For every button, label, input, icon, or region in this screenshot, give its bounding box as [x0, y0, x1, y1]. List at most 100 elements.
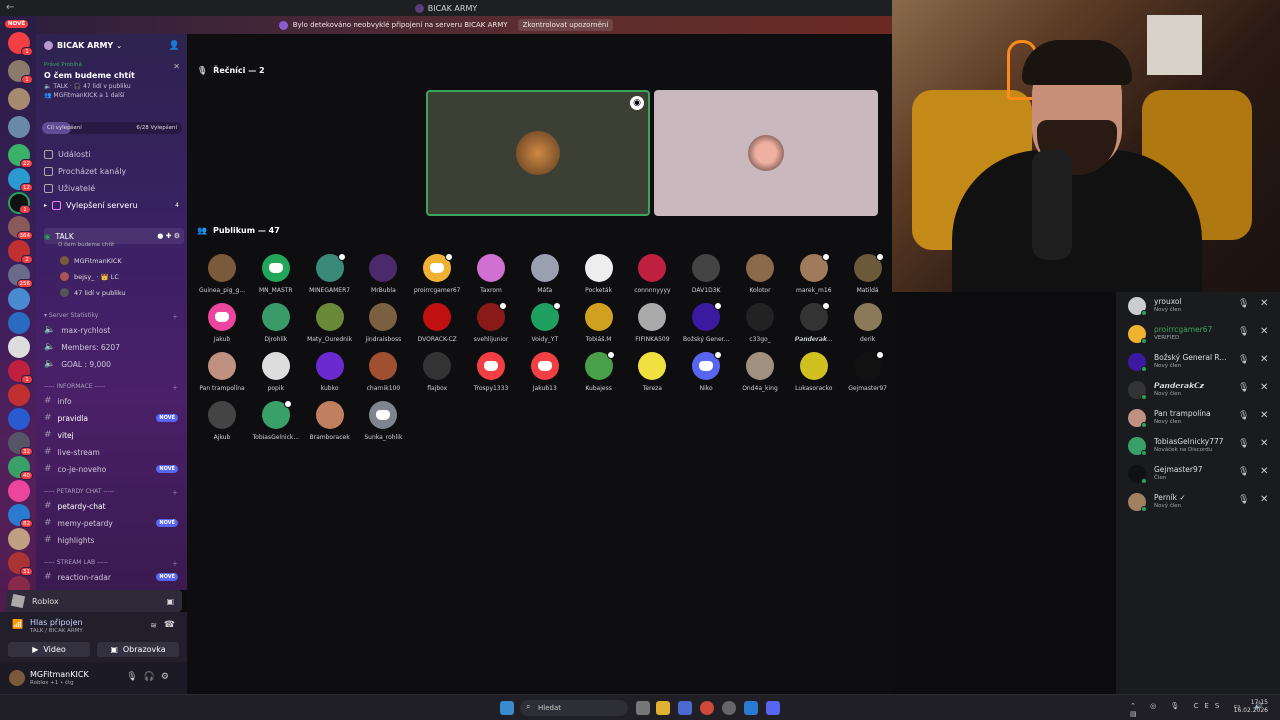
audience-member[interactable]: Djrohlik — [249, 303, 303, 347]
disconnect-icon[interactable]: ☎ — [164, 620, 175, 630]
channel-item[interactable]: # live-stream — [44, 445, 184, 459]
audience-member[interactable]: Tobiáš.M — [572, 303, 626, 347]
headphones-icon[interactable]: 🎧 — [144, 672, 161, 682]
audience-member[interactable]: marek_m16 — [787, 253, 841, 298]
user-name[interactable]: MGFitmanKICK — [30, 670, 89, 679]
audience-member[interactable]: Máťa — [518, 254, 572, 298]
file-explorer-icon[interactable] — [656, 701, 670, 715]
invite-to-speak-icon[interactable]: 🎙 — [1238, 327, 1249, 337]
audience-member[interactable]: connnnyyyy — [625, 254, 679, 298]
nav-browse[interactable]: Procházet kanály — [44, 167, 126, 176]
member-row[interactable]: 𝙋𝙖𝙣𝙙𝙚𝙧𝙖𝙠𝘾𝙯 Nový člen 🎙 ✕ — [1126, 378, 1276, 400]
server-icon-19[interactable] — [8, 480, 30, 502]
audience-member[interactable]: Pan trampolína — [195, 352, 249, 396]
server-icon-17[interactable]: 32 — [8, 432, 33, 456]
audience-count[interactable]: 47 lidí v publiku — [60, 288, 126, 297]
server-icon-2[interactable]: 1 — [8, 60, 33, 84]
voice-location[interactable]: TALK / BICAK ARMY — [30, 628, 83, 634]
server-icon-16[interactable] — [8, 408, 30, 430]
audience-member[interactable]: kubko — [303, 352, 357, 396]
server-icon-18[interactable]: 40 — [8, 456, 33, 480]
channel-item[interactable]: 🔈 GOAL : 9,000 — [44, 357, 184, 371]
invite-to-speak-icon[interactable]: 🎙 — [1238, 299, 1249, 309]
channel-item[interactable]: # info — [44, 394, 184, 408]
channel-item[interactable]: # co-je-noveho NOVÉ — [44, 462, 184, 476]
member-row[interactable]: Perník ✓ Nový člen 🎙 ✕ — [1126, 490, 1276, 512]
app-icon[interactable] — [744, 701, 758, 715]
audience-member[interactable]: MrBubla — [356, 254, 410, 298]
server-icon-10[interactable]: 256 — [8, 264, 33, 288]
server-icon-3[interactable] — [8, 88, 30, 110]
audience-member[interactable]: TobiasGelnick... — [249, 400, 303, 445]
add-channel-icon[interactable]: ＋ — [172, 312, 178, 321]
close-icon[interactable]: ✕ — [1260, 382, 1268, 393]
member-row[interactable]: Pan trampolína Nový člen 🎙 ✕ — [1126, 406, 1276, 428]
invite-to-speak-icon[interactable]: 🎙 — [1238, 383, 1249, 393]
audience-member[interactable]: c33go_ — [733, 303, 787, 347]
taskbar-search[interactable]: ⌕ Hledat — [520, 700, 628, 716]
server-icon-8[interactable]: 364 — [8, 216, 33, 240]
close-icon[interactable]: ✕ — [173, 62, 180, 71]
server-icon-15[interactable] — [8, 384, 30, 406]
clock[interactable]: 17:15 16.02.2026 — [1234, 699, 1268, 715]
nav-members[interactable]: Uživatelé — [44, 184, 95, 193]
channel-item[interactable]: # memy-petardy NOVÉ — [44, 516, 184, 530]
audience-member[interactable]: popik — [249, 352, 303, 396]
back-arrow-icon[interactable]: ← — [6, 2, 14, 13]
channel-item[interactable]: 🔈 Members: 6207 — [44, 340, 184, 354]
mic-icon[interactable]: 🎙 — [126, 672, 143, 682]
screen-share-icon[interactable]: ▣ — [166, 597, 174, 606]
activity-roblox[interactable]: Roblox ▣ — [6, 590, 182, 612]
server-header[interactable]: BICAK ARMY ⌄ — [44, 41, 122, 50]
nav-boosts[interactable]: ▸ Vylepšení serveru 4 — [44, 201, 182, 210]
category-server-stats[interactable]: ▾ Server Statistiky ＋ — [44, 312, 184, 321]
channel-actions-icon[interactable]: ● ✚ ⚙ — [157, 232, 180, 240]
server-icon-22[interactable]: 31 — [8, 552, 33, 576]
task-view-icon[interactable] — [636, 701, 650, 715]
audience-member[interactable]: Matildá — [841, 253, 895, 298]
audience-member[interactable]: Niko — [679, 351, 733, 396]
audience-member[interactable]: Jakub — [195, 303, 249, 347]
audience-member[interactable]: derik — [841, 303, 895, 347]
server-icon-9[interactable]: 2 — [8, 240, 33, 264]
audience-member[interactable]: DAV1D3K — [679, 254, 733, 298]
noise-icon[interactable]: ≋ — [150, 621, 157, 630]
server-icon-12[interactable] — [8, 312, 30, 334]
audience-member[interactable]: Bramboracek — [303, 401, 357, 445]
close-icon[interactable]: ✕ — [1260, 298, 1268, 309]
audience-member[interactable]: Pocketák — [572, 254, 626, 298]
close-icon[interactable]: ✕ — [1260, 494, 1268, 505]
close-icon[interactable]: ✕ — [1260, 326, 1268, 337]
audience-member[interactable]: Lukasoracko — [787, 352, 841, 396]
member-row[interactable]: Božský General R... Nový člen 🎙 ✕ — [1126, 350, 1276, 372]
audience-member[interactable]: Tereza — [625, 352, 679, 396]
invite-to-speak-icon[interactable]: 🎙 — [1238, 439, 1249, 449]
audience-member[interactable]: Božský Gener... — [679, 302, 733, 347]
audience-member[interactable]: Guinea_pig_g... — [195, 254, 249, 298]
add-channel-icon[interactable]: ＋ — [172, 559, 178, 568]
member-row[interactable]: proirrcgamer67 VERIFIED 🎙 ✕ — [1126, 322, 1276, 344]
member-row[interactable]: Gejmaster97 Člen 🎙 ✕ — [1126, 462, 1276, 484]
screen-share-button[interactable]: ▣ Obrazovka — [97, 642, 179, 657]
speaker-tile[interactable]: ◉ — [426, 90, 650, 216]
audience-member[interactable]: Ajkub — [195, 401, 249, 445]
channel-item[interactable]: 🔈 max-rychlost — [44, 323, 184, 337]
audience-member[interactable]: Jakub13 — [518, 352, 572, 396]
video-button[interactable]: ▶ Video — [8, 642, 90, 657]
avatar[interactable] — [9, 670, 25, 686]
server-icon-11[interactable] — [8, 288, 30, 310]
voice-user[interactable]: bejsy_ · 👑 LC — [60, 272, 119, 281]
server-icon-13[interactable] — [8, 336, 30, 358]
channel-item[interactable]: # pravidla NOVÉ — [44, 411, 184, 425]
member-row[interactable]: TobiasGelnicky777 Nováček na Discordu 🎙 ✕ — [1126, 434, 1276, 456]
invite-to-speak-icon[interactable]: 🎙 — [1238, 355, 1249, 365]
app-icon[interactable] — [722, 701, 736, 715]
add-channel-icon[interactable]: ＋ — [172, 383, 178, 392]
audience-member[interactable]: svehlijunior — [464, 302, 518, 347]
invite-to-speak-icon[interactable]: 🎙 — [1238, 411, 1249, 421]
audience-member[interactable]: DVORACK-CZ — [410, 303, 464, 347]
category-stream-lab[interactable]: ----- STREAM LAB ----- ＋ — [44, 559, 184, 568]
audience-member[interactable]: FIFINKA509 — [625, 303, 679, 347]
audience-member[interactable]: Sunka_rohlik — [356, 401, 410, 445]
category-informace[interactable]: ----- INFORMACE ----- ＋ — [44, 383, 184, 392]
